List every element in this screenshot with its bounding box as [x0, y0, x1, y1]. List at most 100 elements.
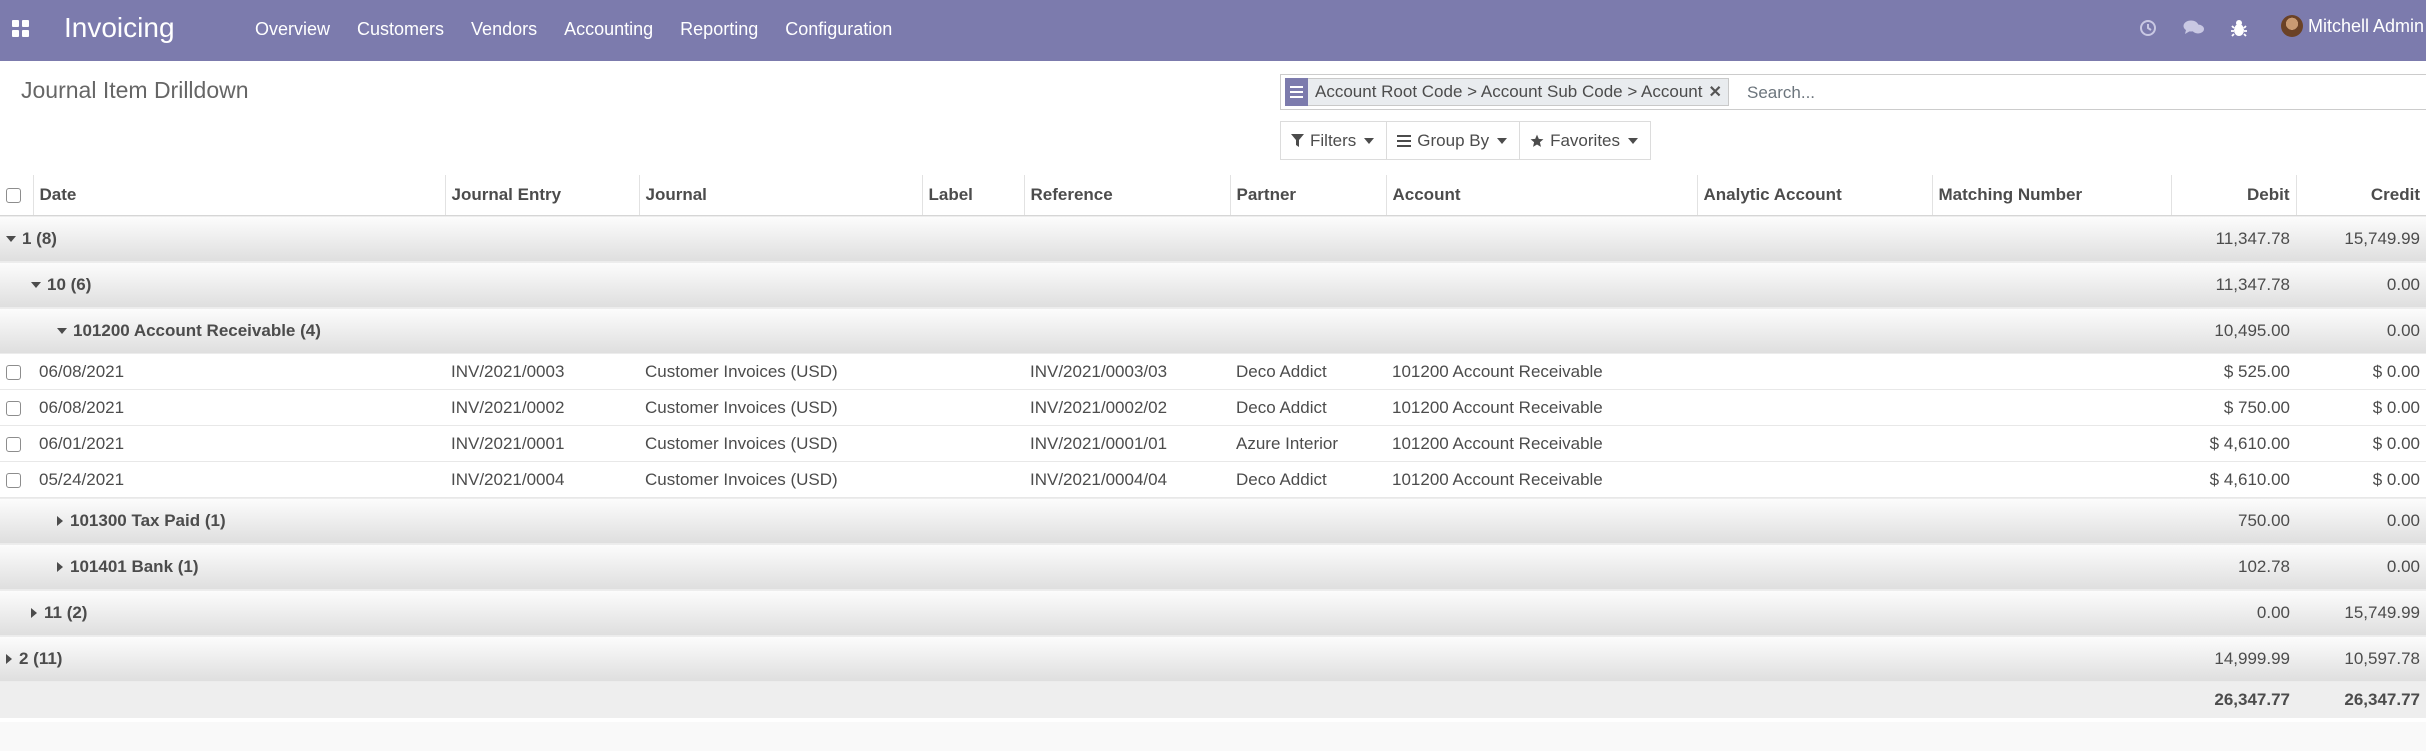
menu-reporting[interactable]: Reporting [680, 19, 758, 40]
row-checkbox[interactable] [6, 472, 21, 488]
column-header-label[interactable]: Label [921, 175, 1024, 216]
row-checkbox[interactable] [6, 400, 21, 416]
filters-label: Filters [1310, 130, 1357, 150]
cell-reference: INV/2021/0002/02 [1024, 389, 1230, 426]
cell-credit: $ 0.00 [2296, 425, 2426, 462]
menu-overview[interactable]: Overview [255, 19, 330, 40]
group-label: 101300 Tax Paid (1) [70, 510, 226, 530]
cell-date: 06/08/2021 [33, 389, 445, 426]
control-panel: Journal Item Drilldown Account Root Code… [0, 61, 2426, 176]
filter-icon [1291, 133, 1304, 148]
cell-analytic-account [1697, 353, 1932, 390]
group-row[interactable]: 1 (8) 11,347.78 15,749.99 [0, 215, 2426, 262]
cell-label [922, 425, 1024, 462]
row-checkbox[interactable] [6, 436, 21, 452]
menu-accounting[interactable]: Accounting [564, 19, 653, 40]
column-header-credit[interactable]: Credit [2295, 175, 2426, 216]
cell-journal: Customer Invoices (USD) [639, 353, 922, 390]
group-by-button[interactable]: Group By [1386, 121, 1521, 160]
column-header-partner[interactable]: Partner [1229, 175, 1386, 216]
cell-debit: $ 750.00 [2171, 389, 2296, 426]
group-label: 10 (6) [47, 274, 92, 294]
caret-down-icon [1497, 137, 1508, 144]
caret-right-icon [57, 516, 63, 527]
caret-down-icon [31, 282, 41, 289]
group-by-label: Group By [1417, 130, 1490, 150]
search-input[interactable] [1745, 76, 2349, 110]
column-header-date[interactable]: Date [32, 175, 445, 216]
totals-spacer [0, 681, 2171, 718]
row-select-cell [0, 461, 33, 498]
cell-date: 05/24/2021 [33, 461, 445, 498]
column-header-matching-number[interactable]: Matching Number [1931, 175, 2171, 216]
cell-matching-number [1932, 461, 2171, 498]
cell-journal: Customer Invoices (USD) [639, 425, 922, 462]
column-header-debit[interactable]: Debit [2170, 175, 2296, 216]
avatar [2281, 15, 2303, 37]
group-credit: 0.00 [2296, 543, 2426, 590]
row-checkbox[interactable] [6, 364, 21, 380]
menu-configuration[interactable]: Configuration [785, 19, 892, 40]
group-row[interactable]: 101401 Bank (1) 102.78 0.00 [0, 543, 2426, 590]
select-all-cell [0, 175, 33, 216]
column-header-account[interactable]: Account [1385, 175, 1697, 216]
cell-analytic-account [1697, 389, 1932, 426]
bars-icon [1397, 134, 1412, 147]
group-debit: 10,495.00 [2171, 307, 2296, 354]
total-debit: 26,347.77 [2171, 681, 2296, 718]
group-row[interactable]: 10 (6) 11,347.78 0.00 [0, 261, 2426, 308]
table-row[interactable]: 06/08/2021 INV/2021/0003 Customer Invoic… [0, 353, 2426, 390]
user-name: Mitchell Admin [2308, 15, 2425, 36]
cell-journal-entry: INV/2021/0001 [445, 425, 639, 462]
cell-matching-number [1932, 425, 2171, 462]
filters-button[interactable]: Filters [1280, 121, 1388, 160]
column-header-journal-entry[interactable]: Journal Entry [444, 175, 639, 216]
facet-remove-icon[interactable]: ✕ [1708, 82, 1727, 102]
cell-partner: Azure Interior [1230, 425, 1386, 462]
chat-icon[interactable] [2183, 19, 2205, 37]
cell-reference: INV/2021/0003/03 [1024, 353, 1230, 390]
caret-right-icon [31, 608, 37, 619]
cell-account: 101200 Account Receivable [1386, 425, 1697, 462]
cell-debit: $ 4,610.00 [2171, 461, 2296, 498]
main-menu: Overview Customers Vendors Accounting Re… [255, 19, 919, 40]
group-label-cell: 101401 Bank (1) [0, 543, 2171, 590]
row-select-cell [0, 353, 33, 390]
search-options: Filters Group By Favorites [1280, 121, 1652, 160]
apps-menu-icon[interactable] [12, 20, 29, 37]
favorites-label: Favorites [1550, 130, 1621, 150]
group-row[interactable]: 101200 Account Receivable (4) 10,495.00 … [0, 307, 2426, 354]
column-header-reference[interactable]: Reference [1023, 175, 1230, 216]
group-label: 101401 Bank (1) [70, 556, 199, 576]
column-header-analytic-account[interactable]: Analytic Account [1696, 175, 1932, 216]
caret-down-icon [57, 328, 67, 335]
list-bottom-area [0, 722, 2426, 751]
cell-partner: Deco Addict [1230, 461, 1386, 498]
menu-vendors[interactable]: Vendors [471, 19, 537, 40]
bug-icon[interactable] [2230, 18, 2248, 38]
column-header-journal[interactable]: Journal [638, 175, 922, 216]
group-debit: 102.78 [2171, 543, 2296, 590]
row-select-cell [0, 389, 33, 426]
group-row[interactable]: 101300 Tax Paid (1) 750.00 0.00 [0, 497, 2426, 544]
group-debit: 0.00 [2171, 589, 2296, 636]
table-row[interactable]: 06/08/2021 INV/2021/0002 Customer Invoic… [0, 389, 2426, 426]
cell-date: 06/08/2021 [33, 353, 445, 390]
row-select-cell [0, 425, 33, 462]
group-row[interactable]: 11 (2) 0.00 15,749.99 [0, 589, 2426, 636]
group-label: 2 (11) [19, 648, 63, 668]
favorites-button[interactable]: Favorites [1519, 121, 1652, 160]
group-row[interactable]: 2 (11) 14,999.99 10,597.78 [0, 635, 2426, 682]
menu-customers[interactable]: Customers [357, 19, 444, 40]
clock-icon[interactable] [2139, 19, 2157, 37]
app-brand[interactable]: Invoicing [64, 12, 175, 44]
select-all-checkbox[interactable] [6, 188, 21, 204]
caret-down-icon [6, 236, 16, 243]
group-label: 1 (8) [22, 228, 57, 248]
table-row[interactable]: 05/24/2021 INV/2021/0004 Customer Invoic… [0, 461, 2426, 498]
user-menu[interactable]: Mitchell Admin [2281, 15, 2424, 37]
cell-journal: Customer Invoices (USD) [639, 389, 922, 426]
table-row[interactable]: 06/01/2021 INV/2021/0001 Customer Invoic… [0, 425, 2426, 462]
caret-down-icon [1364, 137, 1375, 144]
cell-account: 101200 Account Receivable [1386, 461, 1697, 498]
